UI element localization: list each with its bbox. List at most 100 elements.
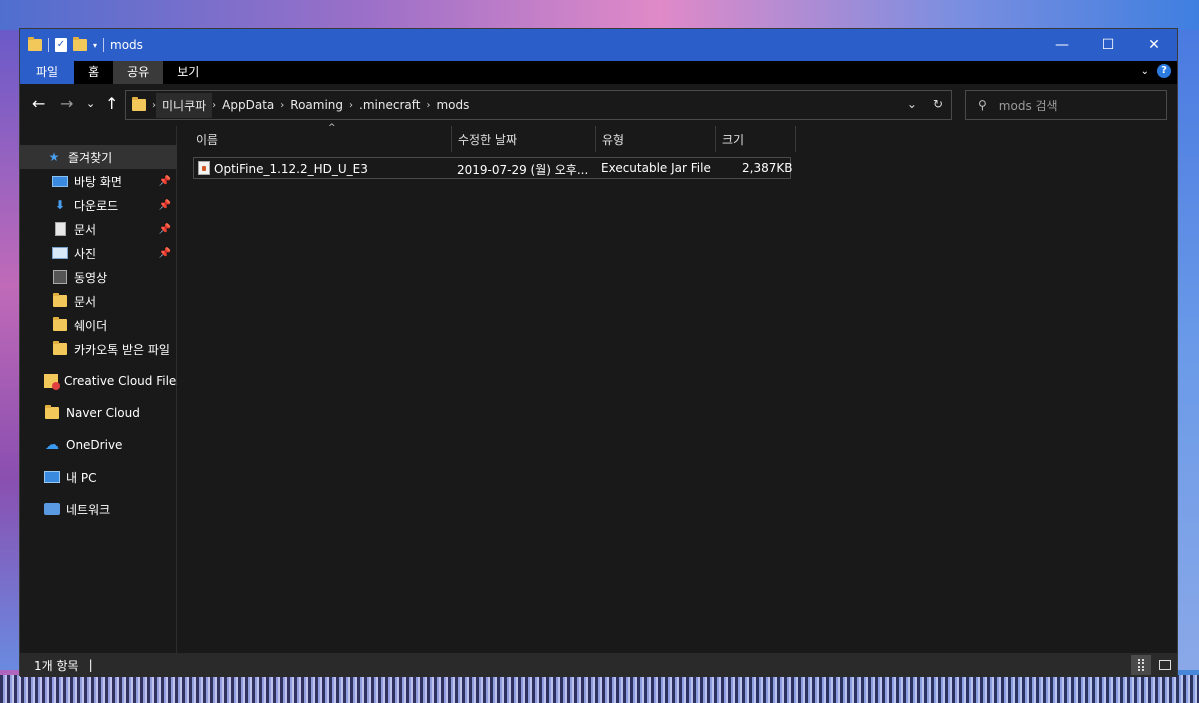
new-folder-icon[interactable] [73, 37, 87, 51]
sidebar-item-label: 문서 [74, 222, 97, 237]
sidebar-item-label: 네트워크 [66, 502, 111, 517]
documents-icon [54, 222, 66, 236]
navigation-bar: ← → ⌄ ↑ › 미니쿠파 › AppData › Roaming › .mi… [20, 84, 1177, 126]
tab-share[interactable]: 공유 [113, 61, 164, 84]
back-button[interactable]: ← [32, 94, 45, 113]
pin-icon[interactable]: 📌 [159, 200, 171, 211]
column-header-size[interactable]: 크기 [716, 126, 796, 152]
sidebar-item-kakaotalk-files[interactable]: 카카오톡 받은 파일 [20, 337, 177, 361]
refresh-icon[interactable]: ↻ [933, 97, 943, 111]
creative-cloud-folder-icon [44, 374, 60, 390]
pin-icon[interactable]: 📌 [159, 224, 171, 235]
search-input[interactable]: ⚲ mods 검색 [965, 90, 1167, 120]
folder-icon [53, 293, 67, 307]
sidebar-item-documents[interactable]: 문서 📌 [20, 217, 177, 241]
desktop-wallpaper-right [1178, 30, 1199, 670]
column-header-label: 크기 [722, 132, 745, 147]
tab-view[interactable]: 보기 [163, 61, 213, 84]
breadcrumb-item[interactable]: 미니쿠파 [156, 92, 213, 118]
sidebar-item-folder-documents[interactable]: 문서 [20, 289, 177, 313]
sort-ascending-icon: ^ [328, 123, 336, 133]
large-icons-view-button[interactable] [1155, 655, 1175, 675]
ribbon-tabs: 파일 홈 공유 보기 ⌄ ? [20, 61, 1177, 84]
column-header-label: 이름 [196, 132, 219, 147]
sidebar-item-label: 문서 [74, 294, 97, 309]
sidebar-item-onedrive[interactable]: ☁ OneDrive [20, 433, 177, 457]
sidebar-item-naver-cloud[interactable]: Naver Cloud [20, 401, 177, 425]
properties-icon[interactable]: ✓ [55, 38, 67, 52]
large-icons-view-icon [1159, 660, 1171, 670]
status-divider: | [88, 658, 93, 672]
pin-icon[interactable]: 📌 [159, 176, 171, 187]
forward-button[interactable]: → [60, 94, 73, 113]
minimize-button[interactable]: — [1039, 29, 1085, 61]
recent-locations-button[interactable]: ⌄ [86, 97, 95, 110]
file-size: 2,387KB [742, 161, 793, 175]
sidebar-item-desktop[interactable]: 바탕 화면 📌 [20, 169, 177, 193]
sidebar-item-label: 바탕 화면 [74, 174, 122, 189]
column-header-label: 수정한 날짜 [458, 132, 518, 147]
column-header-modified[interactable]: 수정한 날짜 [452, 126, 596, 152]
sidebar-item-downloads[interactable]: ⬇ 다운로드 📌 [20, 193, 177, 217]
details-view-icon [1138, 659, 1144, 671]
pictures-icon [52, 247, 68, 259]
sidebar-item-label: 내 PC [66, 470, 97, 485]
sidebar-item-label: 다운로드 [74, 198, 119, 213]
tab-home[interactable]: 홈 [74, 61, 113, 84]
file-modified: 2019-07-29 (월) 오후... [457, 163, 589, 177]
breadcrumb-item[interactable]: Roaming [284, 98, 349, 112]
videos-icon [53, 270, 67, 284]
expand-ribbon-icon[interactable]: ⌄ [1141, 66, 1149, 77]
download-icon: ⬇ [54, 198, 66, 212]
breadcrumb-item[interactable]: AppData [216, 98, 280, 112]
help-icon[interactable]: ? [1157, 64, 1171, 78]
sidebar-item-this-pc[interactable]: 내 PC [20, 465, 177, 489]
column-header-type[interactable]: 유형 [596, 126, 716, 152]
column-header-label: 유형 [602, 132, 625, 147]
desktop-icon [52, 175, 68, 187]
file-type: Executable Jar File [601, 161, 711, 175]
customize-dropdown-icon[interactable]: ▾ [93, 41, 97, 50]
file-row[interactable]: OptiFine_1.12.2_HD_U_E3 2019-07-29 (월) 오… [193, 157, 793, 179]
window-title: mods [110, 38, 143, 52]
breadcrumb-item[interactable]: .minecraft [353, 98, 426, 112]
onedrive-cloud-icon: ☁ [45, 437, 59, 453]
column-header-name[interactable]: ^ 이름 [190, 123, 452, 152]
pin-icon[interactable]: 📌 [159, 248, 171, 259]
file-name: OptiFine_1.12.2_HD_U_E3 [214, 162, 368, 176]
address-bar[interactable]: › 미니쿠파 › AppData › Roaming › .minecraft … [125, 90, 952, 120]
up-button[interactable]: ↑ [105, 94, 118, 113]
folder-icon [132, 97, 146, 111]
tab-file[interactable]: 파일 [20, 61, 75, 84]
sidebar-item-creative-cloud[interactable]: Creative Cloud Files [20, 369, 177, 393]
network-icon [44, 503, 60, 515]
jar-file-icon [198, 161, 210, 175]
folder-icon [28, 37, 42, 51]
sidebar-item-label: Creative Cloud Files [64, 374, 177, 388]
sidebar-item-label: OneDrive [66, 438, 123, 452]
file-list: ^ 이름 수정한 날짜 유형 크기 OptiFine_1.12.2_HD_U_E… [178, 123, 1177, 653]
sidebar-item-pictures[interactable]: 사진 📌 [20, 241, 177, 265]
sidebar-item-videos[interactable]: 동영상 [20, 265, 177, 289]
search-placeholder: mods 검색 [998, 98, 1058, 113]
details-view-button[interactable] [1131, 655, 1151, 675]
sidebar-item-network[interactable]: 네트워크 [20, 497, 177, 521]
search-icon: ⚲ [978, 98, 987, 112]
navigation-pane: ★ 즐겨찾기 바탕 화면 📌 ⬇ 다운로드 📌 문서 📌 사진 📌 동영상 문서… [20, 126, 177, 653]
breadcrumb-item[interactable]: mods [430, 98, 475, 112]
desktop-wallpaper-top [0, 0, 1199, 30]
sidebar-item-label: 쉐이더 [74, 318, 108, 333]
maximize-button[interactable]: ☐ [1085, 29, 1131, 61]
folder-icon [45, 405, 59, 419]
folder-icon [53, 341, 67, 355]
status-bar: 1개 항목 | [20, 653, 1177, 677]
sidebar-item-shaders[interactable]: 쉐이더 [20, 313, 177, 337]
star-icon: ★ [48, 150, 60, 164]
sidebar-item-quick-access[interactable]: ★ 즐겨찾기 [20, 145, 177, 169]
sidebar-item-label: 사진 [74, 246, 97, 261]
item-count: 1개 항목 [34, 658, 79, 673]
desktop-wallpaper-left [0, 30, 20, 670]
address-dropdown-icon[interactable]: ⌄ [907, 97, 917, 111]
close-button[interactable]: ✕ [1131, 29, 1177, 61]
sidebar-item-label: 즐겨찾기 [68, 150, 113, 165]
